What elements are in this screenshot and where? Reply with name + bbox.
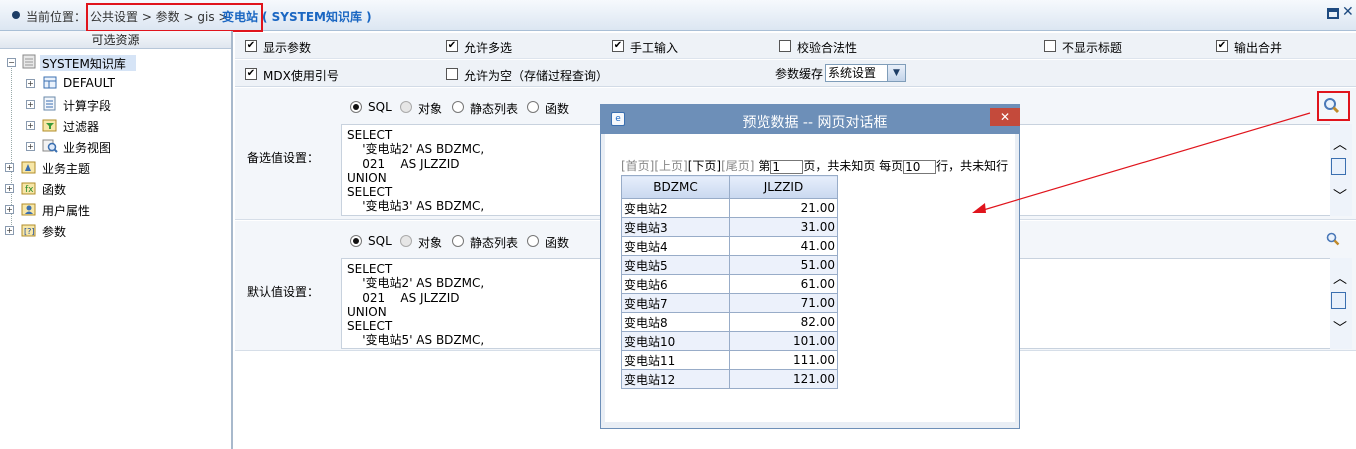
annotation-arrow	[972, 112, 1311, 213]
